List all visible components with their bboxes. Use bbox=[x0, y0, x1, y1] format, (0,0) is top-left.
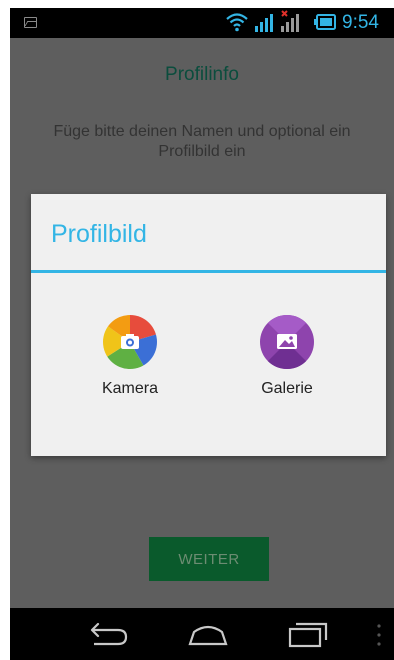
gallery-label: Galerie bbox=[261, 380, 313, 397]
camera-option[interactable]: Kamera bbox=[75, 314, 185, 414]
back-icon[interactable] bbox=[86, 622, 130, 648]
dialog-title: Profilbild bbox=[51, 220, 147, 248]
recents-icon[interactable] bbox=[286, 620, 330, 648]
battery-icon bbox=[314, 14, 336, 30]
profile-picture-dialog: Profilbild Kamera Galerie bbox=[31, 194, 386, 456]
page-description: Füge bitte deinen Namen und optional ein… bbox=[53, 123, 351, 160]
page-title: Profilinfo bbox=[165, 64, 239, 85]
camera-icon bbox=[103, 315, 157, 369]
wifi-icon bbox=[226, 13, 248, 32]
gallery-icon bbox=[260, 315, 314, 369]
menu-icon[interactable] bbox=[376, 622, 382, 648]
signal-icon bbox=[255, 14, 273, 32]
navigation-bar bbox=[10, 608, 394, 660]
phone-screen: 9:54 Profilinfo Füge bitte deinen Namen … bbox=[10, 8, 394, 660]
dialog-divider bbox=[31, 270, 386, 273]
camera-label: Kamera bbox=[101, 380, 159, 397]
signal-no-sim-icon bbox=[281, 10, 299, 32]
home-icon[interactable] bbox=[186, 622, 230, 646]
image-notification-icon bbox=[24, 17, 37, 28]
status-clock: 9:54 bbox=[342, 12, 379, 33]
continue-button[interactable]: WEITER bbox=[149, 537, 269, 581]
gallery-option[interactable]: Galerie bbox=[232, 314, 342, 414]
status-bar: 9:54 bbox=[10, 8, 394, 38]
